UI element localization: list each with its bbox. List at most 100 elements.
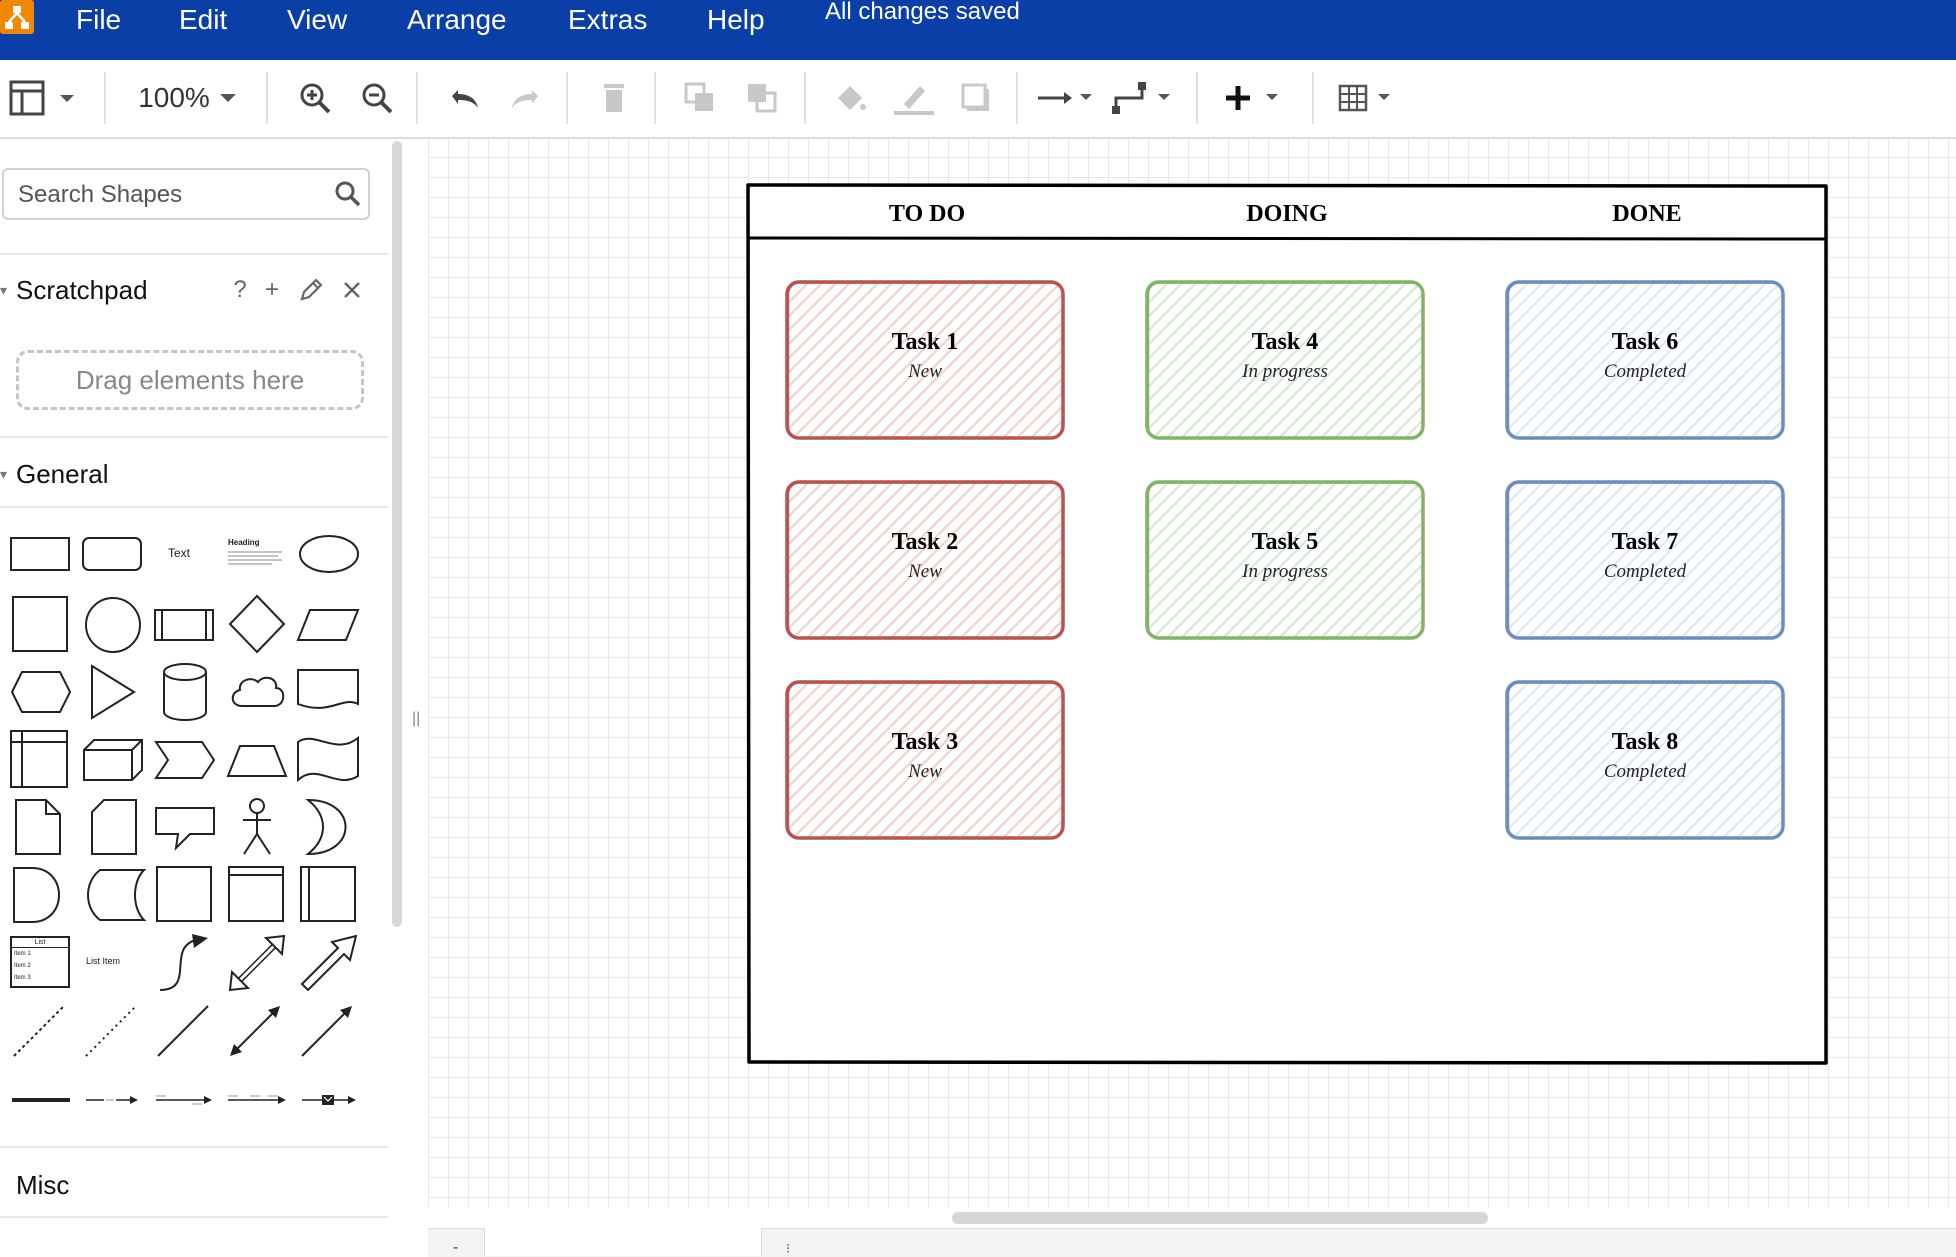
dotted-line-shape[interactable]: [84, 1004, 138, 1058]
cloud-shape[interactable]: [228, 672, 288, 714]
trapezoid-shape[interactable]: [226, 744, 288, 778]
cube-shape[interactable]: [82, 738, 144, 782]
circle-shape[interactable]: [84, 596, 142, 654]
pages-menu-icon[interactable]: ⁃: [452, 1240, 464, 1256]
task-card[interactable]: Task 5 In progress: [1144, 479, 1426, 641]
triangle-shape[interactable]: [90, 664, 136, 720]
zoom-dropdown[interactable]: 100%: [134, 78, 244, 118]
add-page-icon[interactable]: ⁝: [786, 1240, 798, 1256]
hexagon-shape[interactable]: [10, 670, 72, 714]
menu-extras[interactable]: Extras: [568, 4, 647, 36]
connector-symbol-shape[interactable]: [300, 1092, 358, 1108]
delay-shape[interactable]: [12, 866, 64, 924]
drawio-logo-icon[interactable]: [0, 0, 38, 36]
connector-label-shape[interactable]: [84, 1094, 140, 1106]
note-shape[interactable]: [14, 798, 62, 856]
task-card[interactable]: Task 4 In progress: [1144, 279, 1426, 441]
curve-shape[interactable]: [156, 934, 212, 992]
page-tab[interactable]: [484, 1228, 762, 1256]
process-shape[interactable]: [154, 608, 214, 642]
stored-data-shape[interactable]: [82, 868, 147, 922]
titled-container-shape[interactable]: [228, 866, 284, 922]
rectangle-shape[interactable]: [10, 536, 70, 572]
scratchpad-title[interactable]: Scratchpad: [16, 275, 148, 306]
ellipse-shape[interactable]: [298, 534, 360, 574]
or-shape[interactable]: [304, 798, 352, 856]
column-header-doing[interactable]: DOING: [1107, 201, 1467, 228]
to-back-button[interactable]: [742, 78, 782, 118]
delete-button[interactable]: [594, 78, 634, 118]
misc-section-title[interactable]: Misc: [16, 1170, 69, 1201]
connector-three-labels-shape[interactable]: [226, 1094, 288, 1106]
text-shape[interactable]: Text: [168, 546, 190, 560]
general-section-title[interactable]: General: [16, 459, 109, 490]
list-shape[interactable]: List Item 1 Item 2 Item 3: [10, 936, 70, 988]
add-icon[interactable]: +: [258, 276, 286, 304]
menu-arrange[interactable]: Arrange: [407, 4, 507, 36]
container-shape[interactable]: [156, 866, 212, 922]
to-front-button[interactable]: [680, 78, 720, 118]
redo-button[interactable]: [506, 78, 546, 118]
callout-shape[interactable]: [154, 806, 216, 851]
arrow-shape[interactable]: [300, 934, 358, 992]
column-header-done[interactable]: DONE: [1467, 201, 1827, 228]
help-icon[interactable]: ?: [226, 276, 254, 304]
task-card[interactable]: Task 2 New: [784, 479, 1066, 641]
close-icon[interactable]: [338, 276, 366, 304]
bidirectional-arrow-shape[interactable]: [228, 934, 286, 992]
internal-storage-shape[interactable]: [10, 730, 68, 788]
actor-shape[interactable]: [240, 798, 274, 856]
parallelogram-shape[interactable]: [296, 608, 360, 642]
undo-button[interactable]: [444, 78, 484, 118]
redo-icon: [512, 90, 538, 108]
save-status[interactable]: All changes saved: [825, 0, 1020, 24]
cylinder-shape[interactable]: [162, 662, 208, 722]
menu-help[interactable]: Help: [707, 4, 765, 36]
shadow-button[interactable]: [956, 78, 996, 118]
search-shapes-input[interactable]: [16, 170, 320, 220]
connector-two-labels-shape[interactable]: [154, 1094, 214, 1106]
task-status: Completed: [1603, 761, 1687, 782]
task-card[interactable]: Task 1 New: [784, 279, 1066, 441]
table-button[interactable]: [1336, 78, 1400, 118]
menu-edit[interactable]: Edit: [179, 4, 227, 36]
card-shape[interactable]: [90, 798, 138, 856]
diamond-shape[interactable]: [228, 594, 286, 654]
vertical-container-shape[interactable]: [300, 866, 356, 922]
sidebar-scroll-thumb[interactable]: [392, 141, 402, 927]
thick-line-shape[interactable]: [10, 1094, 72, 1106]
zoom-out-button[interactable]: [357, 78, 397, 118]
directional-connector-shape[interactable]: [300, 1004, 354, 1058]
document-shape[interactable]: [296, 668, 360, 714]
dashed-line-shape[interactable]: [12, 1004, 66, 1058]
edit-icon[interactable]: [297, 276, 325, 304]
menu-view[interactable]: View: [287, 4, 347, 36]
column-header-todo[interactable]: TO DO: [747, 201, 1107, 228]
rounded-rectangle-shape[interactable]: [82, 536, 142, 572]
canvas-horizontal-scrollbar[interactable]: [952, 1212, 1488, 1224]
fill-color-button[interactable]: [830, 78, 870, 118]
insert-button[interactable]: [1220, 78, 1286, 118]
line-shape[interactable]: [156, 1004, 210, 1058]
task-card[interactable]: Task 8 Completed: [1504, 679, 1786, 841]
kanban-board[interactable]: TO DO DOING DONE Task 1 New Task 2 New T…: [746, 183, 1828, 1065]
scratchpad-drop-zone[interactable]: Drag elements here: [16, 350, 364, 410]
menu-file[interactable]: File: [76, 4, 121, 36]
bidirectional-connector-shape[interactable]: [228, 1004, 282, 1058]
task-title: Task 2: [891, 529, 959, 555]
zoom-in-button[interactable]: [295, 78, 335, 118]
heading-shape[interactable]: Heading: [228, 538, 284, 569]
task-card[interactable]: Task 6 Completed: [1504, 279, 1786, 441]
sidebar-resize-handle[interactable]: ||: [412, 710, 420, 728]
tape-shape[interactable]: [296, 734, 360, 784]
format-panel-button[interactable]: [8, 78, 80, 118]
task-card[interactable]: Task 3 New: [784, 679, 1066, 841]
task-card[interactable]: Task 7 Completed: [1504, 479, 1786, 641]
search-icon[interactable]: [334, 180, 362, 208]
line-color-button[interactable]: [892, 78, 936, 118]
step-shape[interactable]: [154, 740, 216, 780]
square-shape[interactable]: [12, 596, 68, 652]
connection-style-button[interactable]: [1036, 78, 1096, 118]
list-item-shape[interactable]: List Item: [86, 956, 120, 966]
waypoints-button[interactable]: [1112, 78, 1176, 118]
